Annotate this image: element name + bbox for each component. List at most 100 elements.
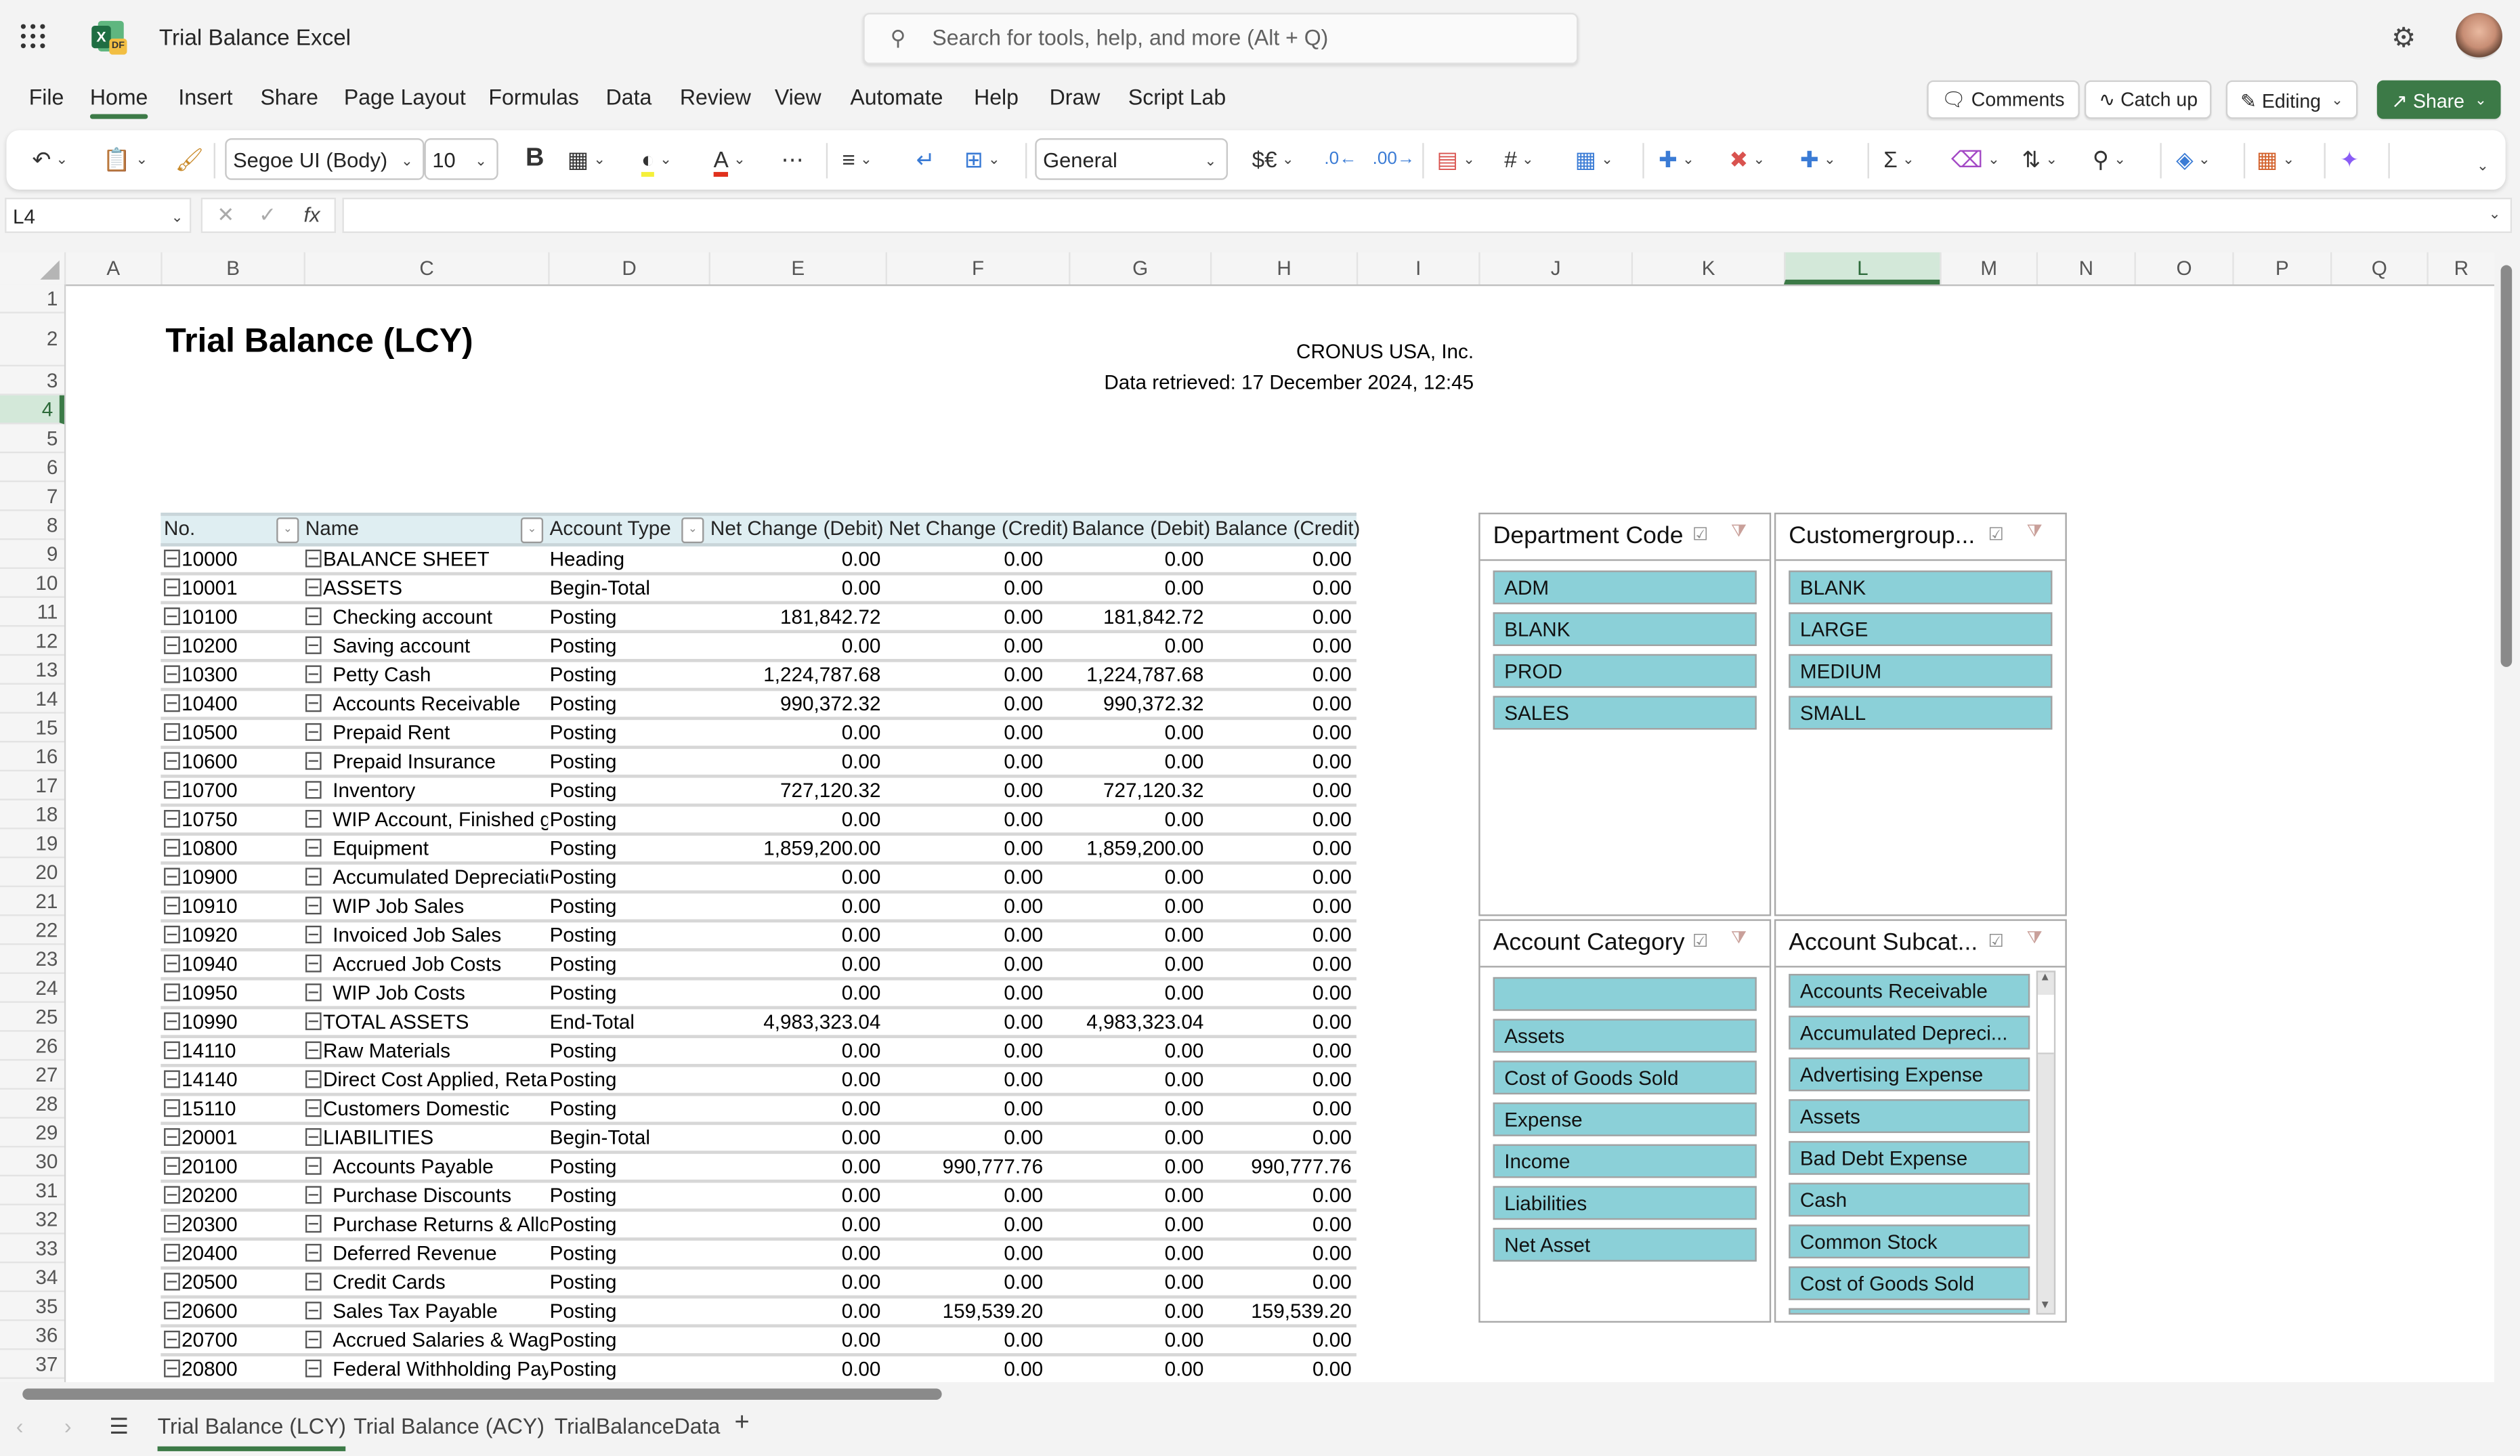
user-avatar[interactable] [2456,12,2502,60]
collapse-icon[interactable] [164,665,180,683]
collapse-icon[interactable] [305,1186,322,1204]
sort-filter-button[interactable]: ⇅ ⌄ [2022,143,2057,175]
fill-color-button[interactable]: ◐ ⌄ [641,143,672,177]
collapse-icon[interactable] [164,1157,180,1175]
collapse-icon[interactable] [164,1099,180,1117]
font-name-select[interactable]: Segoe UI (Body) ⌄ [225,138,425,180]
row-header-13[interactable]: 13 [0,656,64,685]
collapse-icon[interactable] [305,868,322,886]
row-header-15[interactable]: 15 [0,714,64,743]
collapse-icon[interactable] [305,838,322,857]
slicer-item[interactable]: ADM [1493,570,1757,605]
table-row[interactable]: 20600 Sales Tax Payable Posting 0.00 159,539… [161,1298,1357,1328]
merge-button[interactable]: ⊞ ⌄ [964,143,1000,175]
collapse-icon[interactable] [164,868,180,886]
row-header-24[interactable]: 24 [0,974,64,1003]
row-header-4[interactable]: 4 [0,395,64,425]
table-row[interactable]: 20001 LIABILITIES Begin-Total 0.00 0.00 0.00 0… [161,1125,1357,1154]
row-header-12[interactable]: 12 [0,627,64,656]
undo-button[interactable]: ↶ ⌄ [32,143,68,175]
collapse-icon[interactable] [164,1012,180,1031]
table-row[interactable]: 10300 Petty Cash Posting 1,224,787.68 0.00 1,… [161,662,1357,691]
tab-draw[interactable]: Draw [1050,85,1101,110]
row-header-21[interactable]: 21 [0,887,64,916]
slicer-item[interactable]: Cost of Goods Sold [1789,1266,2030,1300]
collapse-icon[interactable] [305,954,322,972]
row-header-23[interactable]: 23 [0,945,64,975]
slicer-item[interactable]: Bad Debt Expense [1789,1140,2030,1175]
table-row[interactable]: 20700 Accrued Salaries & Wages Posting 0.00… [161,1327,1357,1356]
collapse-icon[interactable] [305,1041,322,1059]
table-row[interactable]: 20800 Federal Withholding PayablePosting 0… [161,1356,1357,1382]
row-header-2[interactable]: 2 [0,314,64,367]
conditional-format-button[interactable]: ▤ ⌄ [1437,143,1475,175]
add-ins-button[interactable]: ▦ ⌄ [2257,143,2294,175]
table-row[interactable]: 15110 Customers Domestic Posting 0.00 0.00 0.… [161,1096,1357,1126]
collapse-icon[interactable] [305,723,322,741]
tab-review[interactable]: Review [680,85,751,110]
column-header-l[interactable]: L [1784,252,1940,285]
tab-help[interactable]: Help [974,85,1019,110]
slicer-item[interactable]: Cash [1789,1182,2030,1217]
collapse-icon[interactable] [164,897,180,915]
all-sheets-menu-icon[interactable]: ☰ [109,1414,129,1440]
column-header-r[interactable]: R [2427,252,2494,285]
slicer-item[interactable]: Net Asset [1493,1228,1757,1262]
row-header-10[interactable]: 10 [0,569,64,598]
row-header-7[interactable]: 7 [0,482,64,511]
table-row[interactable]: 10800 Equipment Posting 1,859,200.00 0.00 1,8… [161,836,1357,865]
slicer-item[interactable] [1493,977,1757,1011]
collapse-icon[interactable] [305,1330,322,1349]
insert-cells-button[interactable]: ✚ ⌄ [1659,143,1694,175]
column-header-c[interactable]: C [303,252,549,285]
format-cells-button[interactable]: ✚ ⌄ [1800,143,1836,175]
table-row[interactable]: 10700 Inventory Posting 727,120.32 0.00 727,1… [161,778,1357,807]
collapse-icon[interactable] [305,897,322,915]
select-all-corner[interactable] [0,253,64,284]
row-header-35[interactable]: 35 [0,1292,64,1321]
tab-view[interactable]: View [775,85,821,110]
sheet-tab-trial-balance-acy[interactable]: Trial Balance (ACY) [354,1414,544,1438]
cancel-icon[interactable]: ✕ [217,202,234,228]
row-header-9[interactable]: 9 [0,540,64,570]
sensitivity-button[interactable]: ◈ ⌄ [2176,143,2211,175]
slicer-item[interactable]: Accumulated Depreci... [1789,1015,2030,1050]
collapse-icon[interactable] [305,983,322,1002]
slicer-item[interactable]: BLANK [1789,570,2053,605]
table-row[interactable]: 20500 Credit Cards Posting 0.00 0.00 0.00 0.00 [161,1270,1357,1299]
column-header-q[interactable]: Q [2330,252,2427,285]
collapse-icon[interactable] [164,1215,180,1233]
collapse-icon[interactable] [305,752,322,770]
slicer-item[interactable]: MEDIUM [1789,654,2053,688]
column-header-n[interactable]: N [2036,252,2135,285]
row-header-6[interactable]: 6 [0,453,64,482]
row-header-28[interactable]: 28 [0,1090,64,1119]
slicer-item[interactable]: SMALL [1789,695,2053,730]
collapse-icon[interactable] [305,1302,322,1320]
more-options-button[interactable]: ⋯ [781,143,803,175]
format-as-table-button[interactable]: # ⌄ [1504,143,1534,175]
row-header-14[interactable]: 14 [0,685,64,714]
collapse-icon[interactable] [305,636,322,654]
table-row[interactable]: 10950 WIP Job Costs Posting 0.00 0.00 0.00 0.0… [161,981,1357,1010]
row-header-26[interactable]: 26 [0,1032,64,1061]
clear-button[interactable]: ⌫ ⌄ [1951,143,2000,175]
slicer-item-partial[interactable] [1789,1308,2030,1315]
table-row[interactable]: 10910 WIP Job Sales Posting 0.00 0.00 0.00 0.0… [161,893,1357,923]
collapse-icon[interactable] [305,1359,322,1377]
table-row[interactable]: 10500 Prepaid Rent Posting 0.00 0.00 0.00 0.00 [161,720,1357,749]
row-header-8[interactable]: 8 [0,511,64,540]
tab-script-lab[interactable]: Script Lab [1128,85,1226,110]
table-row[interactable]: 10940 Accrued Job Costs Posting 0.00 0.00 0.0… [161,951,1357,981]
column-header-e[interactable]: E [708,252,886,285]
row-header-1[interactable]: 1 [0,284,64,314]
expand-ribbon-button[interactable]: ⌄ [2472,150,2489,181]
row-header-20[interactable]: 20 [0,858,64,887]
confirm-icon[interactable]: ✓ [259,202,276,228]
row-header-19[interactable]: 19 [0,830,64,859]
collapse-icon[interactable] [305,925,322,944]
slicer-scrollbar[interactable]: ▲ ▼ [2036,970,2056,1315]
copilot-button[interactable]: ✦ [2340,143,2359,175]
column-header-p[interactable]: P [2232,252,2330,285]
collapse-icon[interactable] [164,810,180,828]
